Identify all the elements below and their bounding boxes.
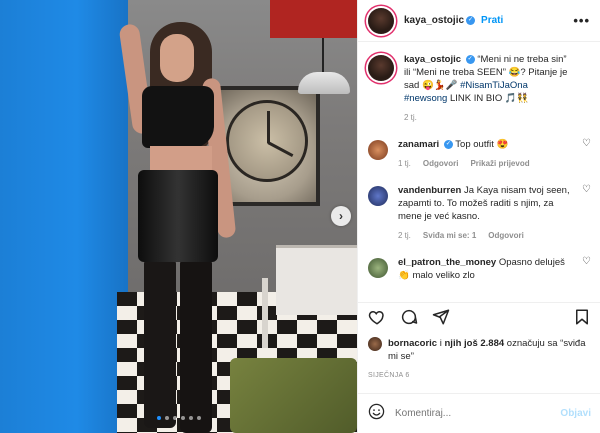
comment-time[interactable]: 1 tj. (398, 157, 411, 170)
carousel-dots (157, 416, 201, 420)
avatar[interactable] (368, 55, 394, 81)
caption-time[interactable]: 2 tj. (404, 111, 417, 124)
comment-input[interactable] (395, 408, 561, 419)
photo-bed-leg (262, 278, 268, 348)
photo-person-skirt (138, 170, 218, 262)
photo-bed (276, 245, 357, 315)
caption-username[interactable]: kaya_ostojic (404, 54, 461, 65)
post-date[interactable]: SIJEČNJA 6 (368, 372, 410, 379)
photo-person-leg (180, 258, 212, 433)
carousel-dot (165, 416, 169, 420)
post-actions (358, 302, 600, 336)
share-icon[interactable] (432, 308, 450, 331)
smiley-icon[interactable] (368, 403, 385, 424)
photo-ceiling (270, 0, 357, 38)
carousel-dot (181, 416, 185, 420)
comments-list[interactable]: kaya_ostojic ✓ “Meni ni ne treba sin” il… (358, 43, 600, 301)
photo-rug (230, 358, 357, 433)
avatar[interactable] (368, 337, 382, 351)
comment-username[interactable]: el_patron_the_money (398, 257, 496, 268)
lamp-icon (298, 72, 350, 94)
carousel-dot (157, 416, 161, 420)
follow-button[interactable]: Prati (481, 15, 503, 26)
avatar[interactable] (368, 186, 388, 206)
post-photo[interactable]: › (0, 0, 357, 433)
carousel-dot (197, 416, 201, 420)
avatar[interactable] (368, 7, 394, 34)
carousel-next-button[interactable]: › (331, 206, 351, 226)
carousel-dot (189, 416, 193, 420)
photo-person-leg (144, 258, 176, 428)
caption-tail: LINK IN BIO 🎵👯 (447, 93, 529, 104)
photo-person-face (160, 34, 194, 82)
clock-icon (226, 100, 308, 182)
likes-middle: i (437, 338, 445, 349)
bookmark-icon[interactable] (573, 308, 591, 331)
comment-item: zanamari ✓ Top outfit 😍 1 tj. Odgovori P… (358, 124, 600, 170)
carousel-dot (173, 416, 177, 420)
comment-username[interactable]: vandenburren (398, 185, 461, 196)
comment-likes[interactable]: Sviđa mi se: 1 (423, 229, 476, 242)
comment-username[interactable]: zanamari (398, 139, 439, 150)
post-comment-button[interactable]: Objavi (560, 408, 591, 419)
chevron-right-icon: › (339, 209, 343, 223)
comment-icon[interactable] (400, 308, 418, 331)
comment-item: el_patron_the_money Opasno deluješ 👏 mal… (358, 242, 600, 282)
verified-badge-icon: ✓ (466, 16, 476, 25)
likes-summary: bornacoric i njih još 2.884 označuju sa … (368, 337, 593, 363)
comment-translate-button[interactable]: Prikaži prijevod (470, 157, 529, 170)
comment-reply-button[interactable]: Odgovori (423, 157, 459, 170)
likes-user[interactable]: bornacoric (388, 338, 437, 349)
comment-reply-button[interactable]: Odgovori (488, 229, 524, 242)
add-comment-bar: Objavi (358, 393, 600, 433)
post-sidebar: kaya_ostojic ✓ Prati ••• kaya_ostojic ✓ … (357, 0, 600, 433)
comment-item: vandenburren Ja Kaya nisam tvoj seen, za… (358, 170, 600, 242)
heart-icon[interactable] (368, 308, 386, 331)
verified-badge-icon: ✓ (443, 139, 453, 149)
post-header: kaya_ostojic ✓ Prati ••• (358, 0, 600, 42)
verified-badge-icon: ✓ (465, 54, 475, 64)
comment-text: Top outfit 😍 (455, 139, 509, 150)
heart-icon[interactable]: ♡ (582, 184, 591, 195)
avatar[interactable] (368, 258, 388, 278)
photo-lamp-cord (322, 38, 324, 74)
photo-person-top (142, 86, 214, 148)
likes-others[interactable]: njih još 2.884 (445, 338, 505, 349)
post-author-username[interactable]: kaya_ostojic (404, 15, 464, 26)
heart-icon[interactable]: ♡ (582, 138, 591, 149)
photo-blue-wall (0, 0, 128, 433)
post-caption: kaya_ostojic ✓ “Meni ni ne treba sin” il… (358, 43, 600, 124)
comment-time[interactable]: 2 tj. (398, 229, 411, 242)
avatar[interactable] (368, 140, 388, 160)
more-options-icon[interactable]: ••• (573, 13, 590, 28)
heart-icon[interactable]: ♡ (582, 256, 591, 267)
